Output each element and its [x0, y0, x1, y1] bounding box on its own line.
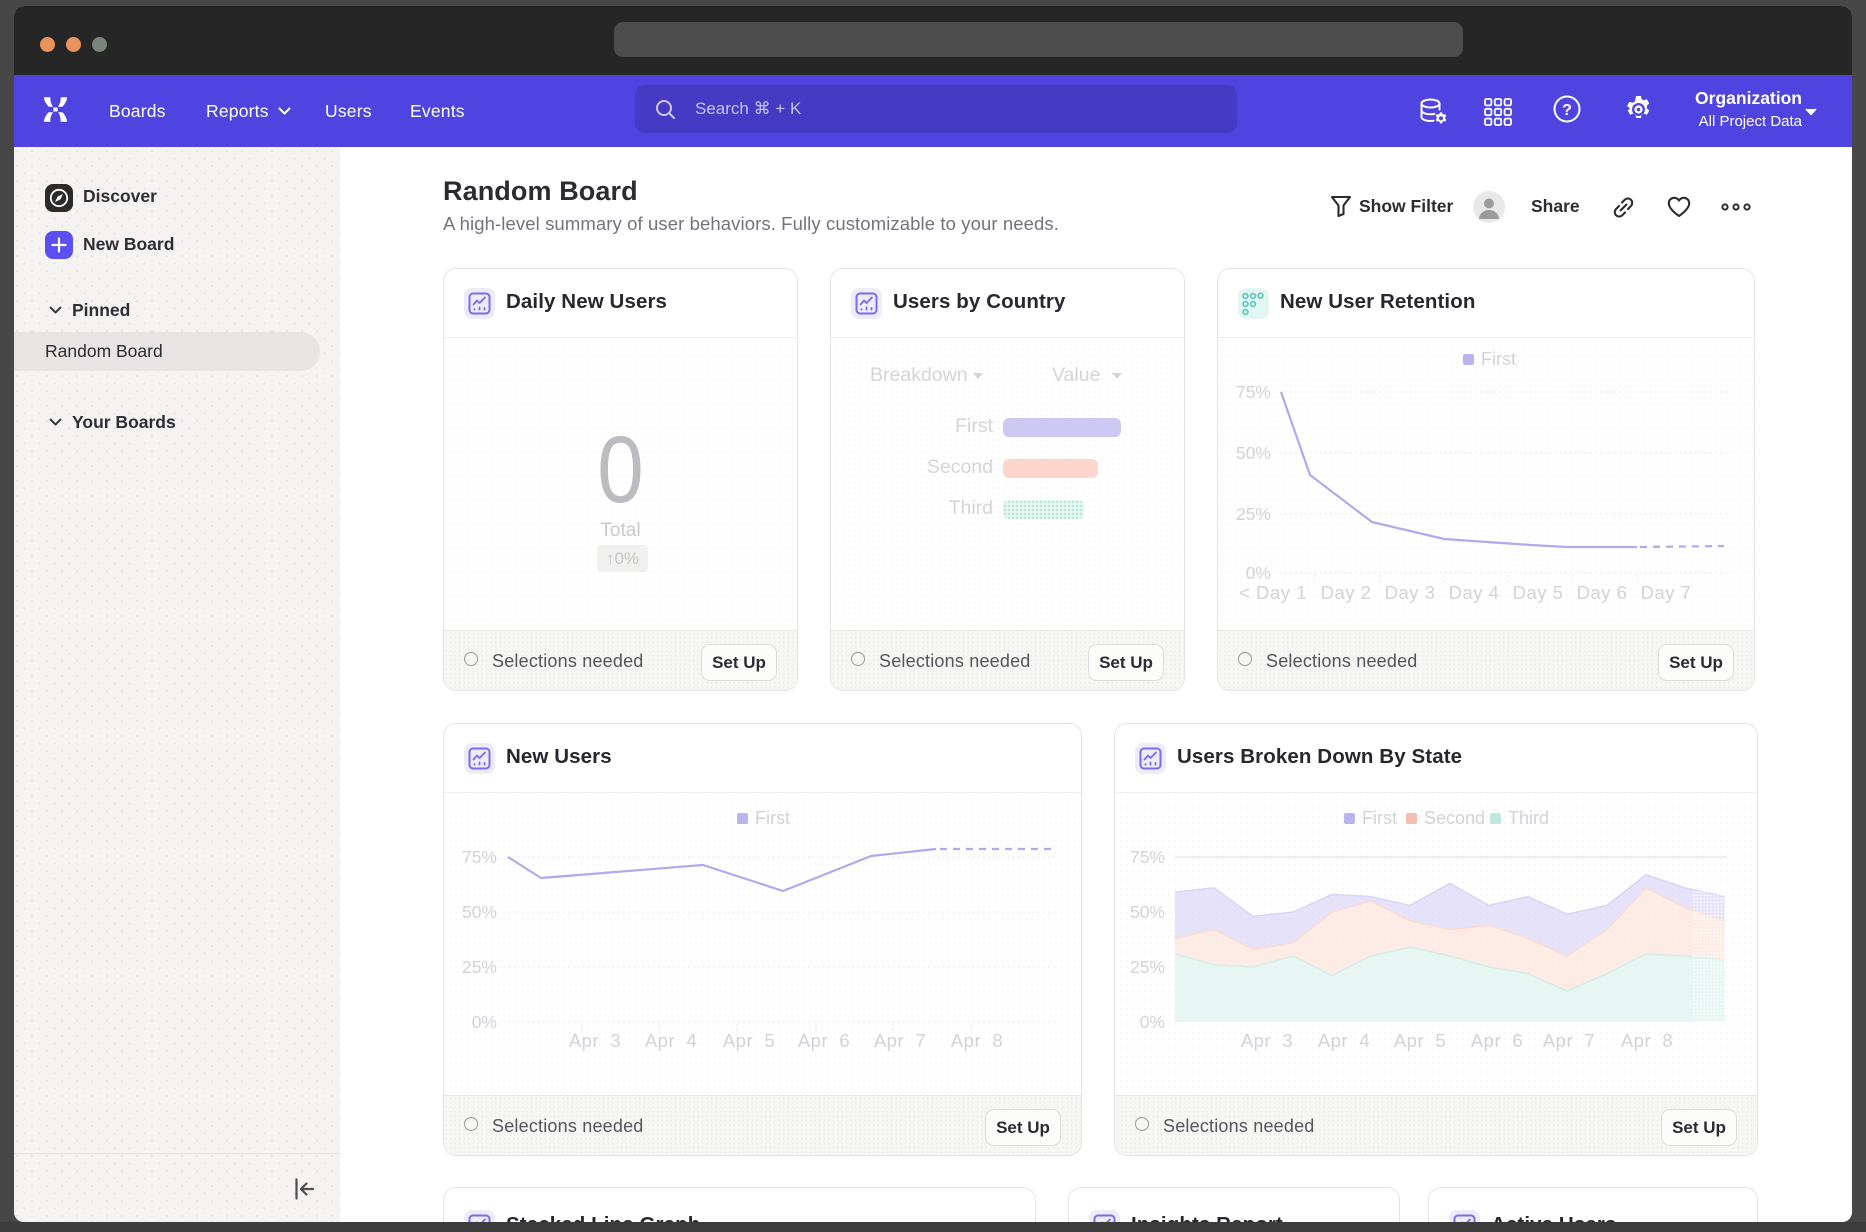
svg-text:75%: 75%	[1236, 382, 1271, 402]
svg-text:Apr 4: Apr 4	[1318, 1030, 1370, 1051]
svg-text:< Day 1: < Day 1	[1239, 582, 1307, 603]
svg-text:Apr 6: Apr 6	[1471, 1030, 1523, 1051]
svg-text:Day 3: Day 3	[1385, 582, 1436, 603]
svg-text:Third: Third	[1508, 808, 1549, 828]
svg-text:Day 5: Day 5	[1513, 582, 1564, 603]
svg-text:50%: 50%	[1130, 902, 1165, 922]
svg-text:Apr 3: Apr 3	[1241, 1030, 1293, 1051]
svg-text:Apr 7: Apr 7	[874, 1030, 926, 1051]
svg-text:Apr 6: Apr 6	[798, 1030, 850, 1051]
svg-text:25%: 25%	[462, 957, 497, 977]
svg-text:0%: 0%	[1140, 1012, 1165, 1032]
svg-text:Day 7: Day 7	[1641, 582, 1692, 603]
svg-text:Apr 4: Apr 4	[645, 1030, 697, 1051]
svg-text:50%: 50%	[1236, 443, 1271, 463]
svg-text:Second: Second	[1424, 808, 1485, 828]
svg-text:First: First	[1481, 349, 1516, 369]
svg-text:Day 6: Day 6	[1577, 582, 1628, 603]
svg-text:Apr 7: Apr 7	[1543, 1030, 1595, 1051]
svg-text:25%: 25%	[1236, 504, 1271, 524]
svg-text:0%: 0%	[472, 1012, 497, 1032]
svg-text:Apr 8: Apr 8	[951, 1030, 1003, 1051]
svg-text:Day 2: Day 2	[1321, 582, 1372, 603]
svg-text:Apr 3: Apr 3	[569, 1030, 621, 1051]
svg-text:Apr 8: Apr 8	[1621, 1030, 1673, 1051]
svg-text:75%: 75%	[1130, 847, 1165, 867]
svg-text:?: ?	[1562, 102, 1572, 119]
svg-text:First: First	[1362, 808, 1397, 828]
svg-text:Apr 5: Apr 5	[1394, 1030, 1446, 1051]
svg-text:50%: 50%	[462, 902, 497, 922]
svg-text:75%: 75%	[462, 847, 497, 867]
svg-text:First: First	[755, 808, 790, 828]
svg-text:0%: 0%	[1246, 563, 1271, 583]
svg-text:Apr 5: Apr 5	[723, 1030, 775, 1051]
svg-text:25%: 25%	[1130, 957, 1165, 977]
svg-text:Day 4: Day 4	[1449, 582, 1500, 603]
